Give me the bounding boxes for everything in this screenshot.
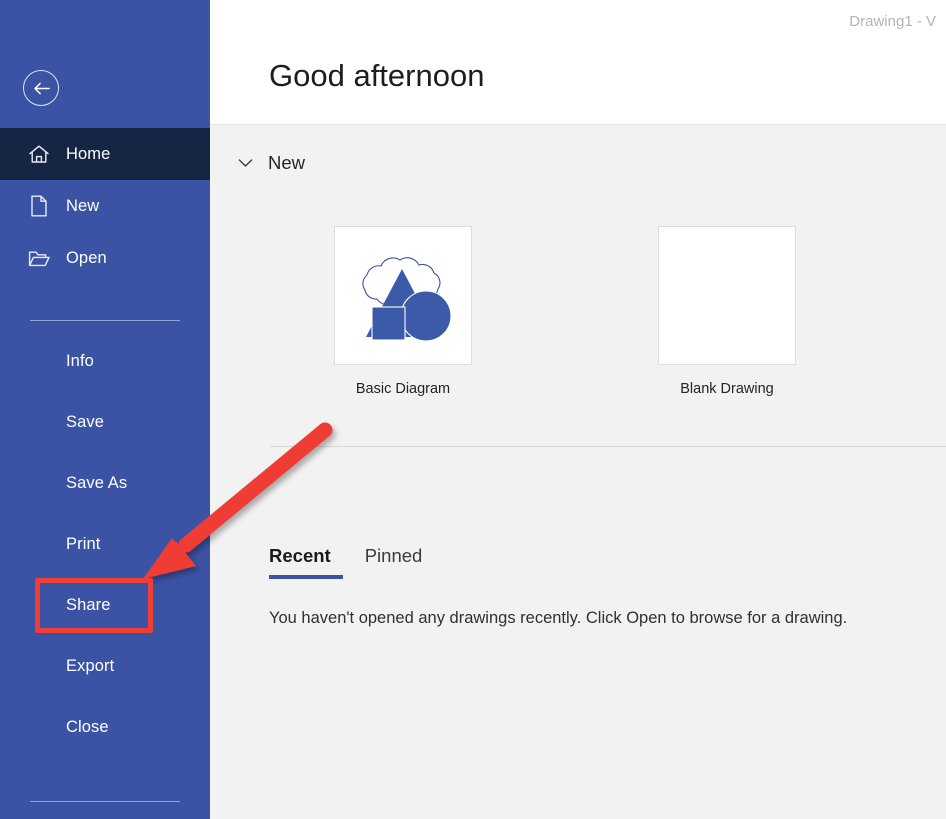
main-content: New Basic Diagram Blank Drawing Recent P… (210, 125, 946, 819)
new-document-icon (28, 195, 50, 217)
sidebar-item-label: New (66, 196, 100, 215)
sidebar-item-label: Share (66, 595, 111, 614)
back-arrow-icon[interactable] (23, 70, 59, 106)
sidebar-divider-bottom (30, 801, 180, 802)
sidebar-item-label: Info (66, 351, 94, 370)
template-label: Basic Diagram (355, 381, 451, 397)
new-section-header[interactable]: New (236, 152, 305, 174)
template-card-basic-diagram[interactable]: Basic Diagram (334, 226, 474, 397)
basic-diagram-thumbnail (334, 226, 472, 365)
sidebar-item-label: Print (66, 534, 101, 553)
sidebar-item-print[interactable]: Print (0, 523, 210, 565)
page-title: Good afternoon (269, 58, 485, 93)
tab-recent[interactable]: Recent (269, 545, 343, 579)
header-band: Drawing1 - V Good afternoon (210, 0, 946, 125)
backstage-view: Home New Open Info Save Save As Print Sh… (0, 0, 946, 819)
sidebar-item-save-as[interactable]: Save As (0, 462, 210, 504)
sidebar: Home New Open Info Save Save As Print Sh… (0, 0, 210, 819)
sidebar-primary-nav: Home New Open (0, 128, 210, 284)
sidebar-item-label: Export (66, 656, 115, 675)
sidebar-item-open[interactable]: Open (0, 232, 210, 284)
window-title: Drawing1 - V (849, 13, 936, 30)
template-card-blank-drawing[interactable]: Blank Drawing (658, 226, 798, 397)
tab-label: Recent (269, 545, 331, 566)
sidebar-item-close[interactable]: Close (0, 706, 210, 748)
template-label: Blank Drawing (680, 381, 774, 397)
sidebar-item-new[interactable]: New (0, 180, 210, 232)
sidebar-item-share[interactable]: Share (0, 584, 210, 626)
section-title: New (268, 152, 306, 173)
sidebar-item-label: Open (66, 248, 107, 267)
sidebar-item-info[interactable]: Info (0, 340, 210, 382)
sidebar-item-label: Close (66, 717, 109, 736)
sidebar-item-label: Home (66, 144, 111, 163)
sidebar-item-label: Save As (66, 473, 128, 492)
sidebar-item-save[interactable]: Save (0, 401, 210, 443)
open-folder-icon (28, 247, 50, 269)
sidebar-divider-top (30, 320, 180, 321)
tab-pinned[interactable]: Pinned (365, 545, 429, 579)
tab-label: Pinned (364, 545, 423, 566)
home-icon (28, 143, 50, 165)
chevron-down-icon (236, 154, 254, 172)
sidebar-item-home[interactable]: Home (0, 128, 210, 180)
sidebar-item-export[interactable]: Export (0, 645, 210, 687)
sidebar-item-label: Save (66, 412, 105, 431)
content-divider (270, 446, 946, 447)
recent-pinned-tabs: Recent Pinned (269, 545, 456, 579)
blank-drawing-thumbnail (658, 226, 796, 365)
empty-state-message: You haven't opened any drawings recently… (269, 609, 848, 627)
